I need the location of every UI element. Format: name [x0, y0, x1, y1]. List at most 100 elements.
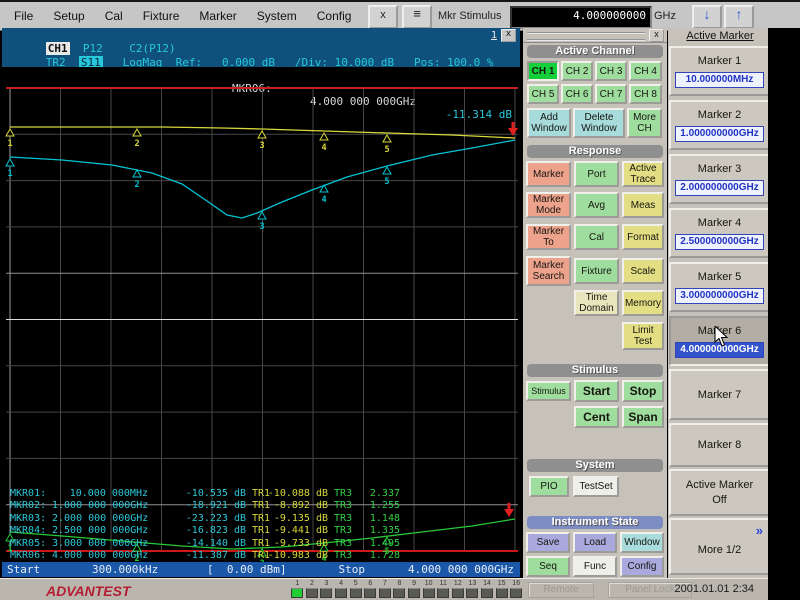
marker-button[interactable]: Marker [526, 161, 571, 187]
limit-test-button[interactable]: Limit Test [622, 322, 664, 350]
datetime: 2001.01.01 2:34 [674, 583, 754, 595]
meas-button[interactable]: Meas [622, 192, 664, 218]
ch1-button[interactable]: CH 1 [527, 61, 559, 81]
svg-text:3: 3 [259, 141, 264, 151]
marker-table-cell: MKR04: [10, 525, 46, 536]
led-indicator-icon [350, 588, 362, 598]
pio-button[interactable]: PIO [529, 476, 569, 497]
marker-table-row: MKR06:4.000 000 000GHz-11.387 dBTR1-10.9… [2, 550, 518, 562]
ch4-button[interactable]: CH 4 [629, 61, 662, 81]
menu-marker[interactable]: Marker [189, 7, 246, 25]
delete-window-button[interactable]: Delete Window [573, 108, 625, 138]
marker-3-button[interactable]: Marker 3 2.000000000GHz [669, 154, 770, 204]
scale-button[interactable]: Scale [622, 258, 664, 284]
led-indicator-icon [291, 588, 303, 598]
ch5-button[interactable]: CH 5 [527, 84, 559, 104]
marker-3-value[interactable]: 2.000000000GHz [675, 180, 764, 196]
menu-fixture[interactable]: Fixture [133, 7, 190, 25]
cal-button[interactable]: Cal [574, 224, 619, 250]
testset-button[interactable]: TestSet [573, 476, 619, 497]
marker-mode-button[interactable]: Marker Mode [526, 192, 571, 218]
menu-file[interactable]: File [4, 7, 43, 25]
led-indicator-icon [335, 588, 347, 598]
marker-4-button[interactable]: Marker 4 2.500000000GHz [669, 208, 770, 258]
ch7-button[interactable]: CH 7 [595, 84, 627, 104]
marker-step-down-button[interactable]: ↓ [692, 5, 722, 29]
more-ch-button[interactable]: More CH [627, 108, 662, 138]
marker-5-button[interactable]: Marker 5 3.000000000GHz [669, 262, 770, 312]
led-number: 3 [319, 579, 334, 588]
format-button[interactable]: Format [622, 224, 664, 250]
start-button[interactable]: Start [574, 380, 619, 402]
channel-led: 4 [334, 579, 349, 598]
marker-1-value[interactable]: 10.000000MHz [675, 72, 764, 88]
seq-button[interactable]: Seq [526, 556, 570, 577]
ch2-button[interactable]: CH 2 [561, 61, 593, 81]
marker-step-up-button[interactable]: ↑ [724, 5, 754, 29]
plot-area: MKR06: 4.000 000 000GHz -11.314 dB 12345… [2, 67, 520, 562]
marker-search-button[interactable]: Marker Search [526, 256, 571, 286]
mkr-stimulus-input[interactable]: 4.000000000 [510, 6, 652, 29]
memory-button[interactable]: Memory [622, 290, 664, 316]
stimulus-button[interactable]: Stimulus [526, 381, 571, 401]
screen-edge [768, 28, 800, 600]
save-button[interactable]: Save [526, 532, 570, 553]
marker-to-button[interactable]: Marker To [526, 224, 571, 250]
active-marker-off-button[interactable]: Active Marker Off [669, 469, 770, 516]
menu-cal[interactable]: Cal [95, 7, 133, 25]
window-close-icon[interactable]: x [501, 29, 516, 42]
load-button[interactable]: Load [573, 532, 617, 553]
marker-table-cell: -10.535 dB [168, 488, 246, 499]
marker-table-row: MKR01:10.000 000MHz-10.535 dBTR1-10.088 … [2, 488, 518, 500]
marker-table-cell: TR3 [334, 550, 352, 561]
menu-setup[interactable]: Setup [43, 7, 94, 25]
cent-button[interactable]: Cent [574, 406, 619, 428]
marker-8-button[interactable]: Marker 8 [669, 423, 770, 467]
up-arrow-icon: ↑ [736, 6, 743, 22]
svg-text:4: 4 [321, 143, 326, 153]
ch8-button[interactable]: CH 8 [629, 84, 662, 104]
start-value: 300.000kHz [92, 563, 158, 576]
marker-table-cell: -8.892 dB [266, 500, 328, 511]
port-button[interactable]: Port [574, 161, 619, 187]
marker-table-cell: -9.441 dB [266, 525, 328, 536]
func-button[interactable]: Func [573, 556, 617, 577]
grip-icon[interactable] [527, 32, 645, 41]
fixture-button[interactable]: Fixture [574, 258, 619, 284]
ch3-button[interactable]: CH 3 [595, 61, 627, 81]
menu-system[interactable]: System [247, 7, 307, 25]
time-domain-button[interactable]: Time Domain [574, 290, 619, 316]
start-label: Start [7, 563, 40, 576]
section-stimulus: Stimulus [527, 364, 663, 377]
marker-table-cell: 2.500 000 000GHz [52, 525, 148, 536]
window-button[interactable]: Window [620, 532, 664, 553]
avg-button[interactable]: Avg [574, 192, 619, 218]
marker-1-button[interactable]: Marker 1 10.000000MHz [669, 46, 770, 96]
ch6-button[interactable]: CH 6 [561, 84, 593, 104]
marker-7-button[interactable]: Marker 7 [669, 369, 770, 420]
close-button[interactable]: x [368, 5, 398, 29]
marker-2-button[interactable]: Marker 2 1.000000000GHz [669, 100, 770, 150]
mkr-stimulus-unit: GHz [654, 10, 676, 22]
marker-readout: MKR06: 4.000 000 000GHz -11.314 dB [2, 69, 518, 83]
menu-config[interactable]: Config [307, 7, 362, 25]
marker-table-cell: -23.223 dB [168, 513, 246, 524]
span-button[interactable]: Span [622, 406, 664, 428]
list-icon[interactable]: ≡ [402, 5, 432, 29]
softkey-close-icon[interactable]: x [649, 29, 664, 42]
svg-text:2: 2 [134, 139, 139, 149]
marker-4-value[interactable]: 2.500000000GHz [675, 234, 764, 250]
marker-table-cell: -11.387 dB [168, 550, 246, 561]
marker-8-label: Marker 8 [671, 439, 768, 451]
marker-2-value[interactable]: 1.000000000GHz [675, 126, 764, 142]
section-response: Response [527, 145, 663, 158]
marker-5-value[interactable]: 3.000000000GHz [675, 288, 764, 304]
stop-button[interactable]: Stop [622, 380, 664, 402]
active-trace-button[interactable]: Active Trace [622, 161, 664, 187]
svg-text:5: 5 [384, 177, 389, 187]
add-window-button[interactable]: Add Window [527, 108, 571, 138]
config-button[interactable]: Config [620, 556, 664, 577]
more-button[interactable]: » More 1/2 [669, 518, 770, 575]
marker-table-cell: 1.728 [356, 550, 400, 561]
led-indicator-icon [408, 588, 420, 598]
